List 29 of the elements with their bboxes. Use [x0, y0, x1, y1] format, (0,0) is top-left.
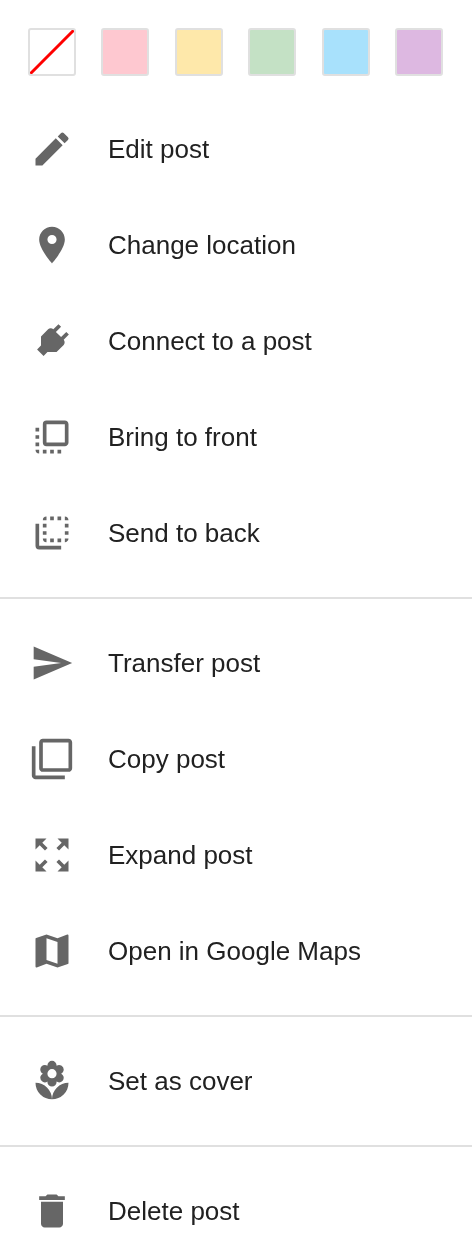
- menu-item-label: Delete post: [108, 1194, 240, 1228]
- copy-icon: [30, 737, 74, 781]
- menu-item-label: Change location: [108, 228, 296, 262]
- menu-item-label: Set as cover: [108, 1064, 253, 1098]
- color-swatch[interactable]: [174, 28, 223, 76]
- menu-item-label: Send to back: [108, 516, 260, 550]
- menu-item-label: Edit post: [108, 132, 210, 166]
- menu-item-label: Bring to front: [108, 420, 257, 454]
- menu-item[interactable]: Set as cover: [0, 1033, 472, 1129]
- menu-item[interactable]: Edit post: [0, 101, 472, 197]
- menu-item[interactable]: Copy post: [0, 711, 472, 807]
- menu-item-label: Transfer post: [108, 646, 261, 680]
- menu-item[interactable]: Bring to front: [0, 389, 472, 485]
- menu-item-label: Expand post: [108, 838, 253, 872]
- menu-item[interactable]: Expand post: [0, 807, 472, 903]
- menu-item-label: Open in Google Maps: [108, 934, 361, 968]
- menu-item[interactable]: Send to back: [0, 485, 472, 581]
- menu-item-label: Connect to a post: [108, 324, 312, 358]
- no-color-swatch[interactable]: [28, 28, 76, 76]
- color-swatch[interactable]: [248, 28, 297, 76]
- color-swatch[interactable]: [101, 28, 150, 76]
- menu-item[interactable]: Open in Google Maps: [0, 903, 472, 999]
- color-swatch[interactable]: [394, 28, 443, 76]
- menu-item[interactable]: Connect to a post: [0, 293, 472, 389]
- menu-item[interactable]: Delete post: [0, 1163, 472, 1259]
- color-swatch[interactable]: [321, 28, 370, 76]
- menu-item-label: Copy post: [108, 742, 226, 776]
- menu-item[interactable]: Change location: [0, 197, 472, 293]
- menu-item[interactable]: Transfer post: [0, 615, 472, 711]
